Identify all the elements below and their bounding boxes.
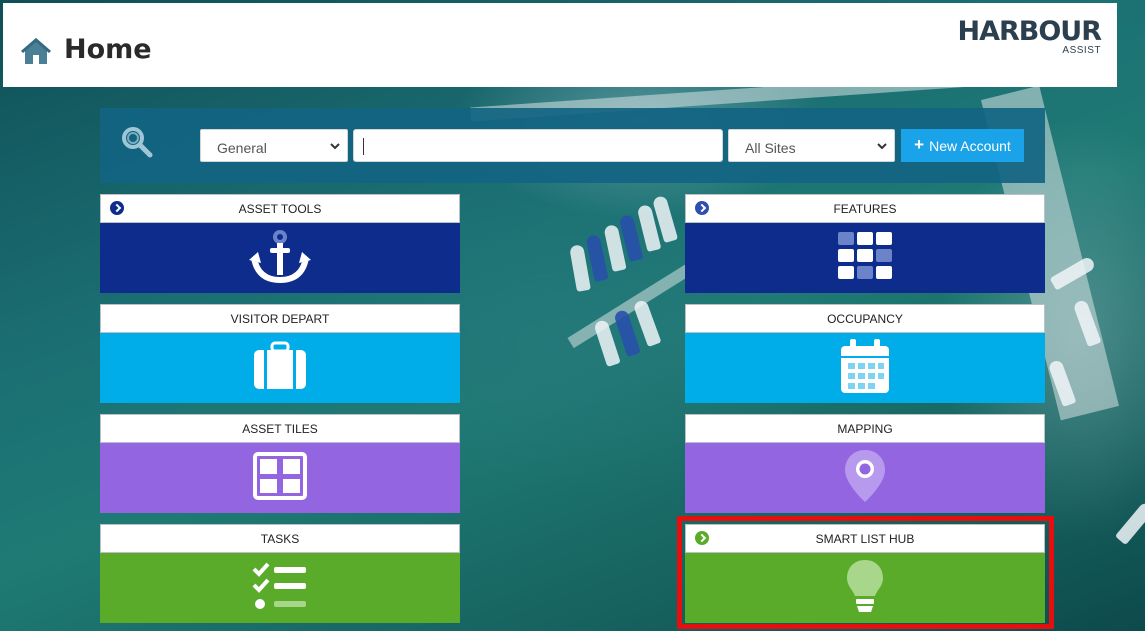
tile-body[interactable]	[100, 223, 460, 293]
selection-highlight	[677, 516, 1054, 629]
tile-body[interactable]	[685, 443, 1045, 513]
tile-visitor-depart[interactable]: VISITOR DEPART	[100, 304, 460, 403]
tile-header: FEATURES	[685, 194, 1045, 223]
chevron-right-icon[interactable]	[695, 201, 709, 215]
tile-body[interactable]	[685, 223, 1045, 293]
new-account-button[interactable]: + New Account	[901, 129, 1024, 162]
tile-features[interactable]: FEATURES	[685, 194, 1045, 293]
site-select-value: All Sites	[745, 140, 796, 156]
search-type-select[interactable]: General	[200, 129, 348, 162]
tile-asset-tools[interactable]: ASSET TOOLS	[100, 194, 460, 293]
tile-label: VISITOR DEPART	[230, 312, 330, 326]
page-title: Home	[64, 34, 152, 65]
chevron-right-icon[interactable]	[110, 201, 124, 215]
tile-header: MAPPING	[685, 414, 1045, 443]
tile-label: TASKS	[260, 532, 300, 546]
tile-label: OCCUPANCY	[827, 312, 903, 326]
plus-icon: +	[914, 134, 925, 154]
new-account-label: New Account	[929, 137, 1011, 154]
layout-icon	[253, 451, 307, 505]
tile-body[interactable]	[100, 443, 460, 513]
tile-header: ASSET TILES	[100, 414, 460, 443]
tile-body[interactable]	[100, 333, 460, 403]
page-header: Home HARBOUR ASSIST	[3, 3, 1117, 87]
search-icon[interactable]	[120, 125, 154, 164]
suitcase-icon	[252, 341, 308, 396]
search-input[interactable]	[353, 129, 723, 162]
tile-header: OCCUPANCY	[685, 304, 1045, 333]
calendar-icon	[841, 338, 889, 398]
search-bar: General All Sites + New Account	[100, 108, 1045, 183]
tile-tasks[interactable]: TASKS	[100, 524, 460, 623]
anchor-icon	[248, 228, 312, 289]
home-icon[interactable]	[19, 36, 53, 66]
tile-occupancy[interactable]: OCCUPANCY	[685, 304, 1045, 403]
tile-label: FEATURES	[833, 202, 897, 216]
tile-header: ASSET TOOLS	[100, 194, 460, 223]
tile-asset-tiles[interactable]: ASSET TILES	[100, 414, 460, 513]
chevron-down-icon	[329, 139, 341, 155]
tile-label: ASSET TOOLS	[238, 202, 322, 216]
grid-icon	[838, 231, 892, 285]
search-type-value: General	[217, 140, 267, 156]
tile-body[interactable]	[100, 553, 460, 623]
tile-label: ASSET TILES	[242, 422, 318, 436]
site-select[interactable]: All Sites	[728, 129, 895, 162]
checklist-icon	[252, 562, 308, 615]
tile-header: TASKS	[100, 524, 460, 553]
tile-header: VISITOR DEPART	[100, 304, 460, 333]
logo-text: HARBOUR	[957, 16, 1102, 47]
chevron-down-icon	[876, 139, 888, 155]
tile-body[interactable]	[685, 333, 1045, 403]
tile-mapping[interactable]: MAPPING	[685, 414, 1045, 513]
map-pin-icon	[843, 448, 887, 509]
tile-label: MAPPING	[837, 422, 893, 436]
text-caret	[363, 138, 364, 155]
harbour-assist-logo: HARBOUR ASSIST	[957, 16, 1102, 57]
